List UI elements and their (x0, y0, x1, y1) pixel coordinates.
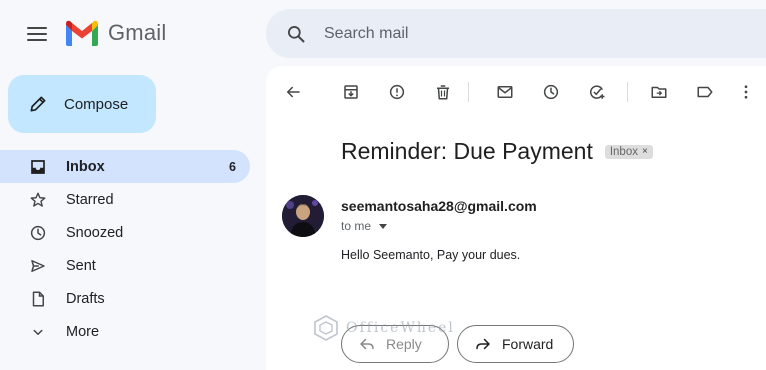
sender-avatar-photo (282, 195, 324, 237)
archive-button[interactable] (337, 78, 365, 106)
sender-avatar[interactable] (282, 195, 324, 237)
sidebar-item-label: Starred (66, 191, 114, 208)
mark-unread-icon (497, 86, 513, 98)
back-arrow-icon (287, 86, 300, 98)
snooze-icon (543, 84, 559, 100)
snooze-button[interactable] (537, 78, 565, 106)
recipient-details[interactable]: to me (341, 219, 388, 233)
forward-arrow-icon (476, 338, 490, 350)
move-to-button[interactable] (645, 78, 673, 106)
label-button[interactable] (691, 78, 719, 106)
sidebar-item-label: Sent (66, 257, 96, 274)
forward-button[interactable]: Forward (457, 325, 574, 363)
mark-unread-button[interactable] (491, 78, 519, 106)
add-to-tasks-button[interactable] (583, 78, 611, 106)
sidebar-item-label: Inbox (66, 158, 105, 175)
report-spam-button[interactable] (383, 78, 411, 106)
chevron-down-icon (28, 322, 48, 342)
reply-label: Reply (386, 336, 422, 352)
sidebar-item-more[interactable]: More (0, 315, 250, 348)
officewheel-logo-icon (314, 315, 338, 341)
gmail-m-logo-icon (66, 20, 98, 46)
caret-down-icon (379, 223, 388, 229)
search-input[interactable] (324, 24, 704, 43)
archive-icon (344, 85, 358, 99)
unread-count: 6 (229, 159, 236, 174)
reply-arrow-icon (360, 338, 374, 350)
inbox-icon (28, 157, 48, 177)
email-view-panel: Reminder: Due Payment Inbox × seemantosa… (266, 66, 766, 370)
email-body: Hello Seemanto, Pay your dues. (341, 248, 521, 262)
label-icon (697, 86, 713, 98)
hamburger-menu-icon (27, 27, 47, 29)
draft-file-icon (28, 289, 48, 309)
gmail-logo[interactable]: Gmail (64, 17, 166, 49)
sidebar-item-sent[interactable]: Sent (0, 249, 250, 282)
sidebar-item-label: Drafts (66, 290, 105, 307)
email-toolbar (266, 78, 766, 106)
compose-label: Compose (64, 95, 129, 113)
sender-email[interactable]: seemantosaha28@gmail.com (341, 198, 537, 214)
email-subject: Reminder: Due Payment (341, 138, 593, 164)
report-spam-icon (389, 84, 405, 100)
move-to-icon (651, 86, 667, 98)
delete-icon (437, 85, 449, 100)
sidebar-item-label: Snoozed (66, 224, 124, 241)
toolbar-divider (468, 82, 469, 102)
sidebar-item-drafts[interactable]: Drafts (0, 282, 250, 315)
sidebar-item-inbox[interactable]: Inbox 6 (0, 150, 250, 183)
label-chip-text: Inbox (609, 145, 638, 158)
forward-label: Forward (502, 336, 554, 352)
back-button[interactable] (279, 78, 307, 106)
email-subject-row: Reminder: Due Payment Inbox × (341, 138, 653, 165)
main-menu-button[interactable] (22, 20, 52, 48)
recipient-text: to me (341, 219, 372, 233)
reply-button[interactable]: Reply (341, 325, 449, 363)
delete-button[interactable] (429, 78, 457, 106)
sidebar-item-snoozed[interactable]: Snoozed (0, 216, 250, 249)
remove-label-icon[interactable]: × (642, 146, 648, 157)
send-icon (28, 256, 48, 276)
search-icon[interactable] (286, 24, 306, 44)
more-vert-icon (744, 85, 748, 99)
inbox-label-chip[interactable]: Inbox × (604, 144, 653, 159)
toolbar-divider (627, 82, 628, 102)
sidebar-nav: Inbox 6 Starred Snoozed Sent Drafts More (0, 150, 250, 348)
compose-button[interactable]: Compose (8, 75, 156, 133)
clock-icon (28, 223, 48, 243)
search-bar[interactable] (266, 9, 766, 58)
more-options-button[interactable] (732, 78, 760, 106)
sidebar-item-starred[interactable]: Starred (0, 183, 250, 216)
app-name: Gmail (108, 20, 167, 45)
sidebar-item-label: More (66, 323, 100, 340)
pencil-icon (30, 96, 46, 112)
add-to-tasks-icon (590, 85, 605, 99)
star-icon (28, 190, 48, 210)
